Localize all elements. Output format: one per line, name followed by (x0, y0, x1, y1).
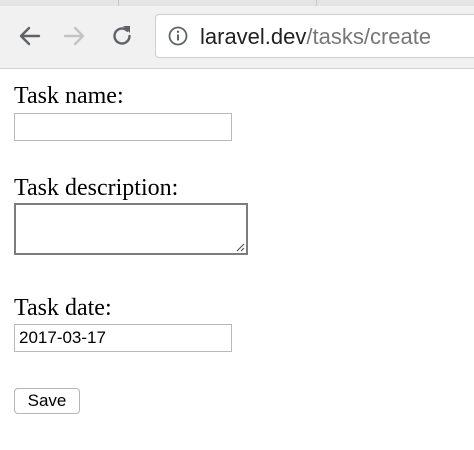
address-bar[interactable]: laravel.dev/tasks/create (155, 14, 474, 58)
task-name-input[interactable] (14, 113, 232, 141)
tab-strip (0, 0, 474, 6)
back-button[interactable] (14, 20, 46, 52)
resize-grip-icon[interactable] (235, 242, 245, 252)
reload-icon (113, 26, 131, 45)
task-date-input[interactable]: 2017-03-17 (14, 324, 232, 352)
tab-divider (118, 0, 119, 6)
task-name-label: Task name: (14, 83, 124, 109)
task-date-label: Task date: (14, 295, 112, 321)
reload-button[interactable] (106, 20, 138, 52)
info-icon[interactable] (168, 26, 188, 46)
back-arrow-icon (19, 26, 41, 46)
task-description-label: Task description: (14, 175, 179, 201)
url-host: laravel.dev (200, 24, 307, 49)
url-text[interactable]: laravel.dev/tasks/create (200, 24, 431, 50)
forward-arrow-icon (63, 26, 85, 46)
browser-toolbar: laravel.dev/tasks/create (0, 0, 474, 69)
save-button[interactable]: Save (14, 388, 80, 414)
forward-button[interactable] (58, 20, 90, 52)
url-path: /tasks/create (306, 24, 432, 49)
tab-divider (316, 0, 317, 6)
task-description-textarea[interactable] (14, 203, 248, 255)
